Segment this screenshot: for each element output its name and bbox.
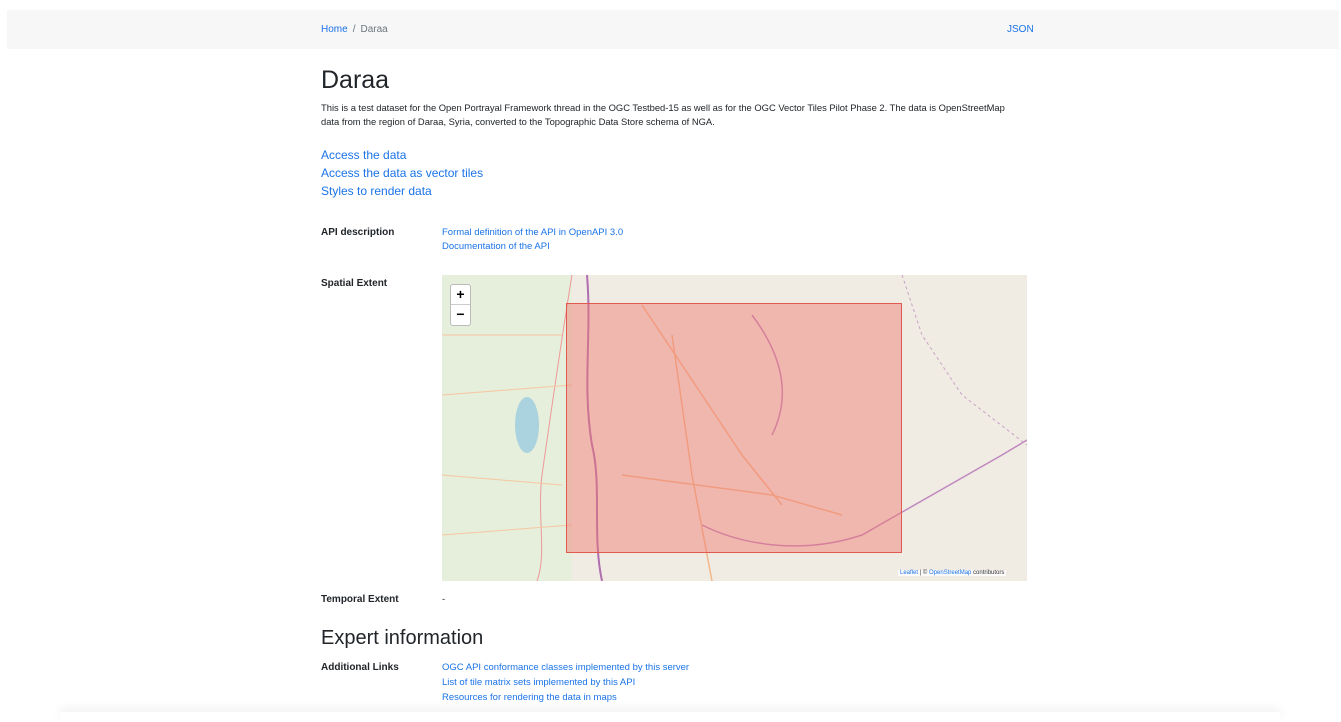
- tile-matrix-sets-link[interactable]: List of tile matrix sets implemented by …: [442, 677, 635, 688]
- attribution-suffix: contributors: [973, 570, 1005, 576]
- navbar: [7, 10, 1339, 49]
- json-link[interactable]: JSON: [1007, 24, 1034, 35]
- breadcrumb-home-link[interactable]: Home: [321, 24, 348, 35]
- temporal-extent-label: Temporal Extent: [321, 594, 399, 605]
- spatial-extent-rectangle: [566, 303, 902, 553]
- zoom-in-button[interactable]: +: [451, 285, 470, 305]
- styles-link[interactable]: Styles to render data: [321, 184, 432, 198]
- attribution-separator: | ©: [919, 570, 928, 576]
- rendering-resources-link[interactable]: Resources for rendering the data in maps: [442, 692, 617, 703]
- vector-tiles-link[interactable]: Access the data as vector tiles: [321, 166, 483, 180]
- zoom-out-button[interactable]: −: [451, 305, 470, 324]
- spatial-extent-label: Spatial Extent: [321, 278, 388, 289]
- map-attribution: Leaflet | © OpenStreetMap contributors: [898, 570, 1007, 576]
- api-description-label: API description: [321, 227, 395, 238]
- map-zoom-control: + −: [450, 284, 471, 326]
- breadcrumb: Home / Daraa: [321, 24, 388, 35]
- dataset-description: This is a test dataset for the Open Port…: [321, 102, 1005, 127]
- conformance-link[interactable]: OGC API conformance classes implemented …: [442, 662, 689, 673]
- breadcrumb-current: Daraa: [360, 24, 388, 35]
- temporal-extent-value: -: [442, 594, 446, 605]
- osm-link[interactable]: OpenStreetMap: [929, 570, 971, 576]
- footer-edge: [60, 712, 1280, 722]
- expert-info-title: Expert information: [321, 627, 484, 649]
- leaflet-link[interactable]: Leaflet: [900, 570, 918, 576]
- additional-links-label: Additional Links: [321, 662, 399, 673]
- api-documentation-link[interactable]: Documentation of the API: [442, 241, 550, 252]
- breadcrumb-separator: /: [352, 24, 356, 35]
- access-data-link[interactable]: Access the data: [321, 148, 406, 162]
- openapi-definition-link[interactable]: Formal definition of the API in OpenAPI …: [442, 227, 623, 238]
- page-title: Daraa: [321, 66, 390, 94]
